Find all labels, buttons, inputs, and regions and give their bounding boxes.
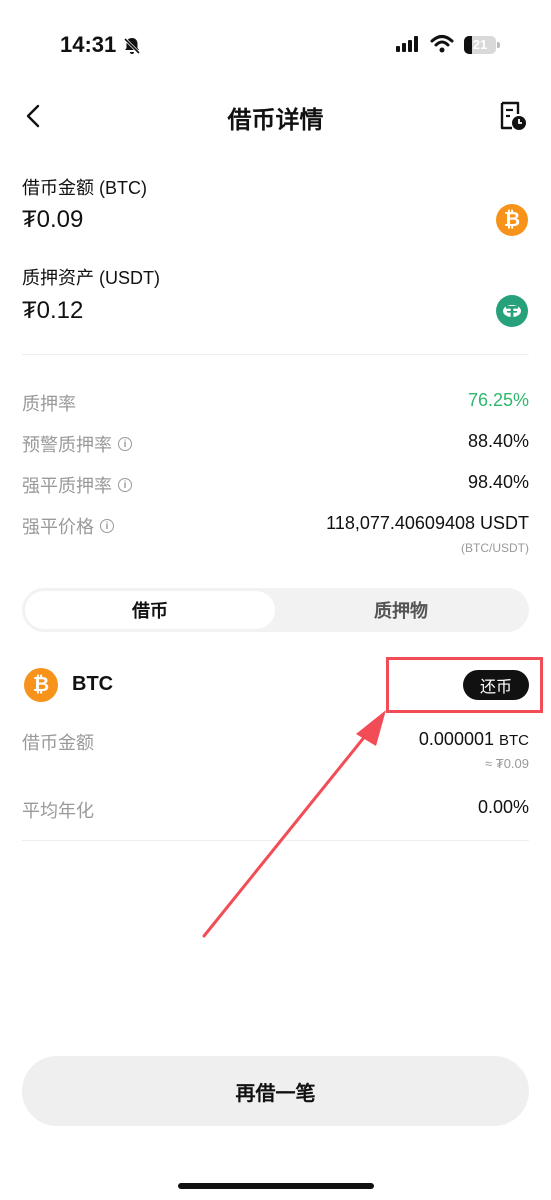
btc-coin-icon: ₿ [24, 668, 58, 702]
info-icon[interactable]: i [118, 437, 132, 451]
asset-borrow-unit: BTC [499, 732, 529, 749]
annotation-arrow [202, 710, 386, 938]
ltv-label-text: 质押率 [22, 394, 76, 414]
battery-level: 21 [472, 37, 488, 52]
bell-off-icon [123, 37, 141, 55]
ltv-value: 76.25% [467, 390, 529, 410]
asset-borrow-amount: 0.000001 [418, 729, 494, 749]
warning-ltv-label: 预警质押率 i [22, 431, 132, 457]
divider [22, 354, 529, 355]
battery-icon: 21 [464, 36, 500, 54]
ltv-label: 质押率 [22, 390, 76, 416]
home-indicator [178, 1183, 374, 1189]
asset-symbol: BTC [72, 673, 114, 695]
liquidation-ltv-label: 强平质押率 i [22, 472, 132, 498]
asset-borrow-value: 0.000001 BTC [419, 729, 529, 750]
collateral-label: 质押资产 (USDT) [22, 268, 160, 288]
borrow-amount-label: 借币金额 (BTC) [22, 178, 147, 198]
wifi-icon [430, 35, 454, 53]
borrow-again-button[interactable]: 再借一笔 [22, 1056, 529, 1126]
asset-borrow-label-text: 借币金额 [22, 733, 94, 753]
liquidation-ltv-value: 98.40% [467, 472, 529, 492]
warning-ltv-value: 88.40% [467, 431, 529, 451]
borrow-amount-value: ₮0.09 [22, 206, 84, 233]
status-time: 14:31 [60, 32, 117, 57]
liquidation-price-label-text: 强平价格 [22, 517, 94, 537]
page-title: 借币详情 [227, 107, 324, 134]
liquidation-price-value: 118,077.40609408 USDT [326, 513, 529, 533]
tab-borrow[interactable]: 借币 [25, 591, 275, 629]
liquidation-ltv-label-text: 强平质押率 [22, 476, 112, 496]
collateral-value: ₮0.12 [22, 297, 84, 324]
apr-label-text: 平均年化 [22, 801, 94, 821]
asset-borrow-approx: ≈ ₮0.09 [485, 756, 529, 771]
info-icon[interactable]: i [118, 478, 132, 492]
apr-label: 平均年化 [22, 797, 94, 823]
signal-icon [396, 36, 418, 52]
info-icon[interactable]: i [100, 519, 114, 533]
liquidation-price-pair: (BTC/USDT) [461, 541, 529, 555]
asset-borrow-label: 借币金额 [22, 729, 94, 755]
apr-value: 0.00% [477, 797, 529, 817]
warning-ltv-label-text: 预警质押率 [22, 435, 112, 455]
tether-glyph [503, 305, 521, 317]
tab-collateral[interactable]: 质押物 [276, 591, 526, 629]
tab-bar: 借币 质押物 [22, 588, 529, 632]
btc-coin-icon: ₿ [496, 204, 528, 236]
highlight-box [386, 657, 543, 713]
history-icon[interactable] [498, 100, 528, 132]
usdt-coin-icon [496, 295, 528, 327]
liquidation-price-label: 强平价格 i [22, 513, 114, 539]
